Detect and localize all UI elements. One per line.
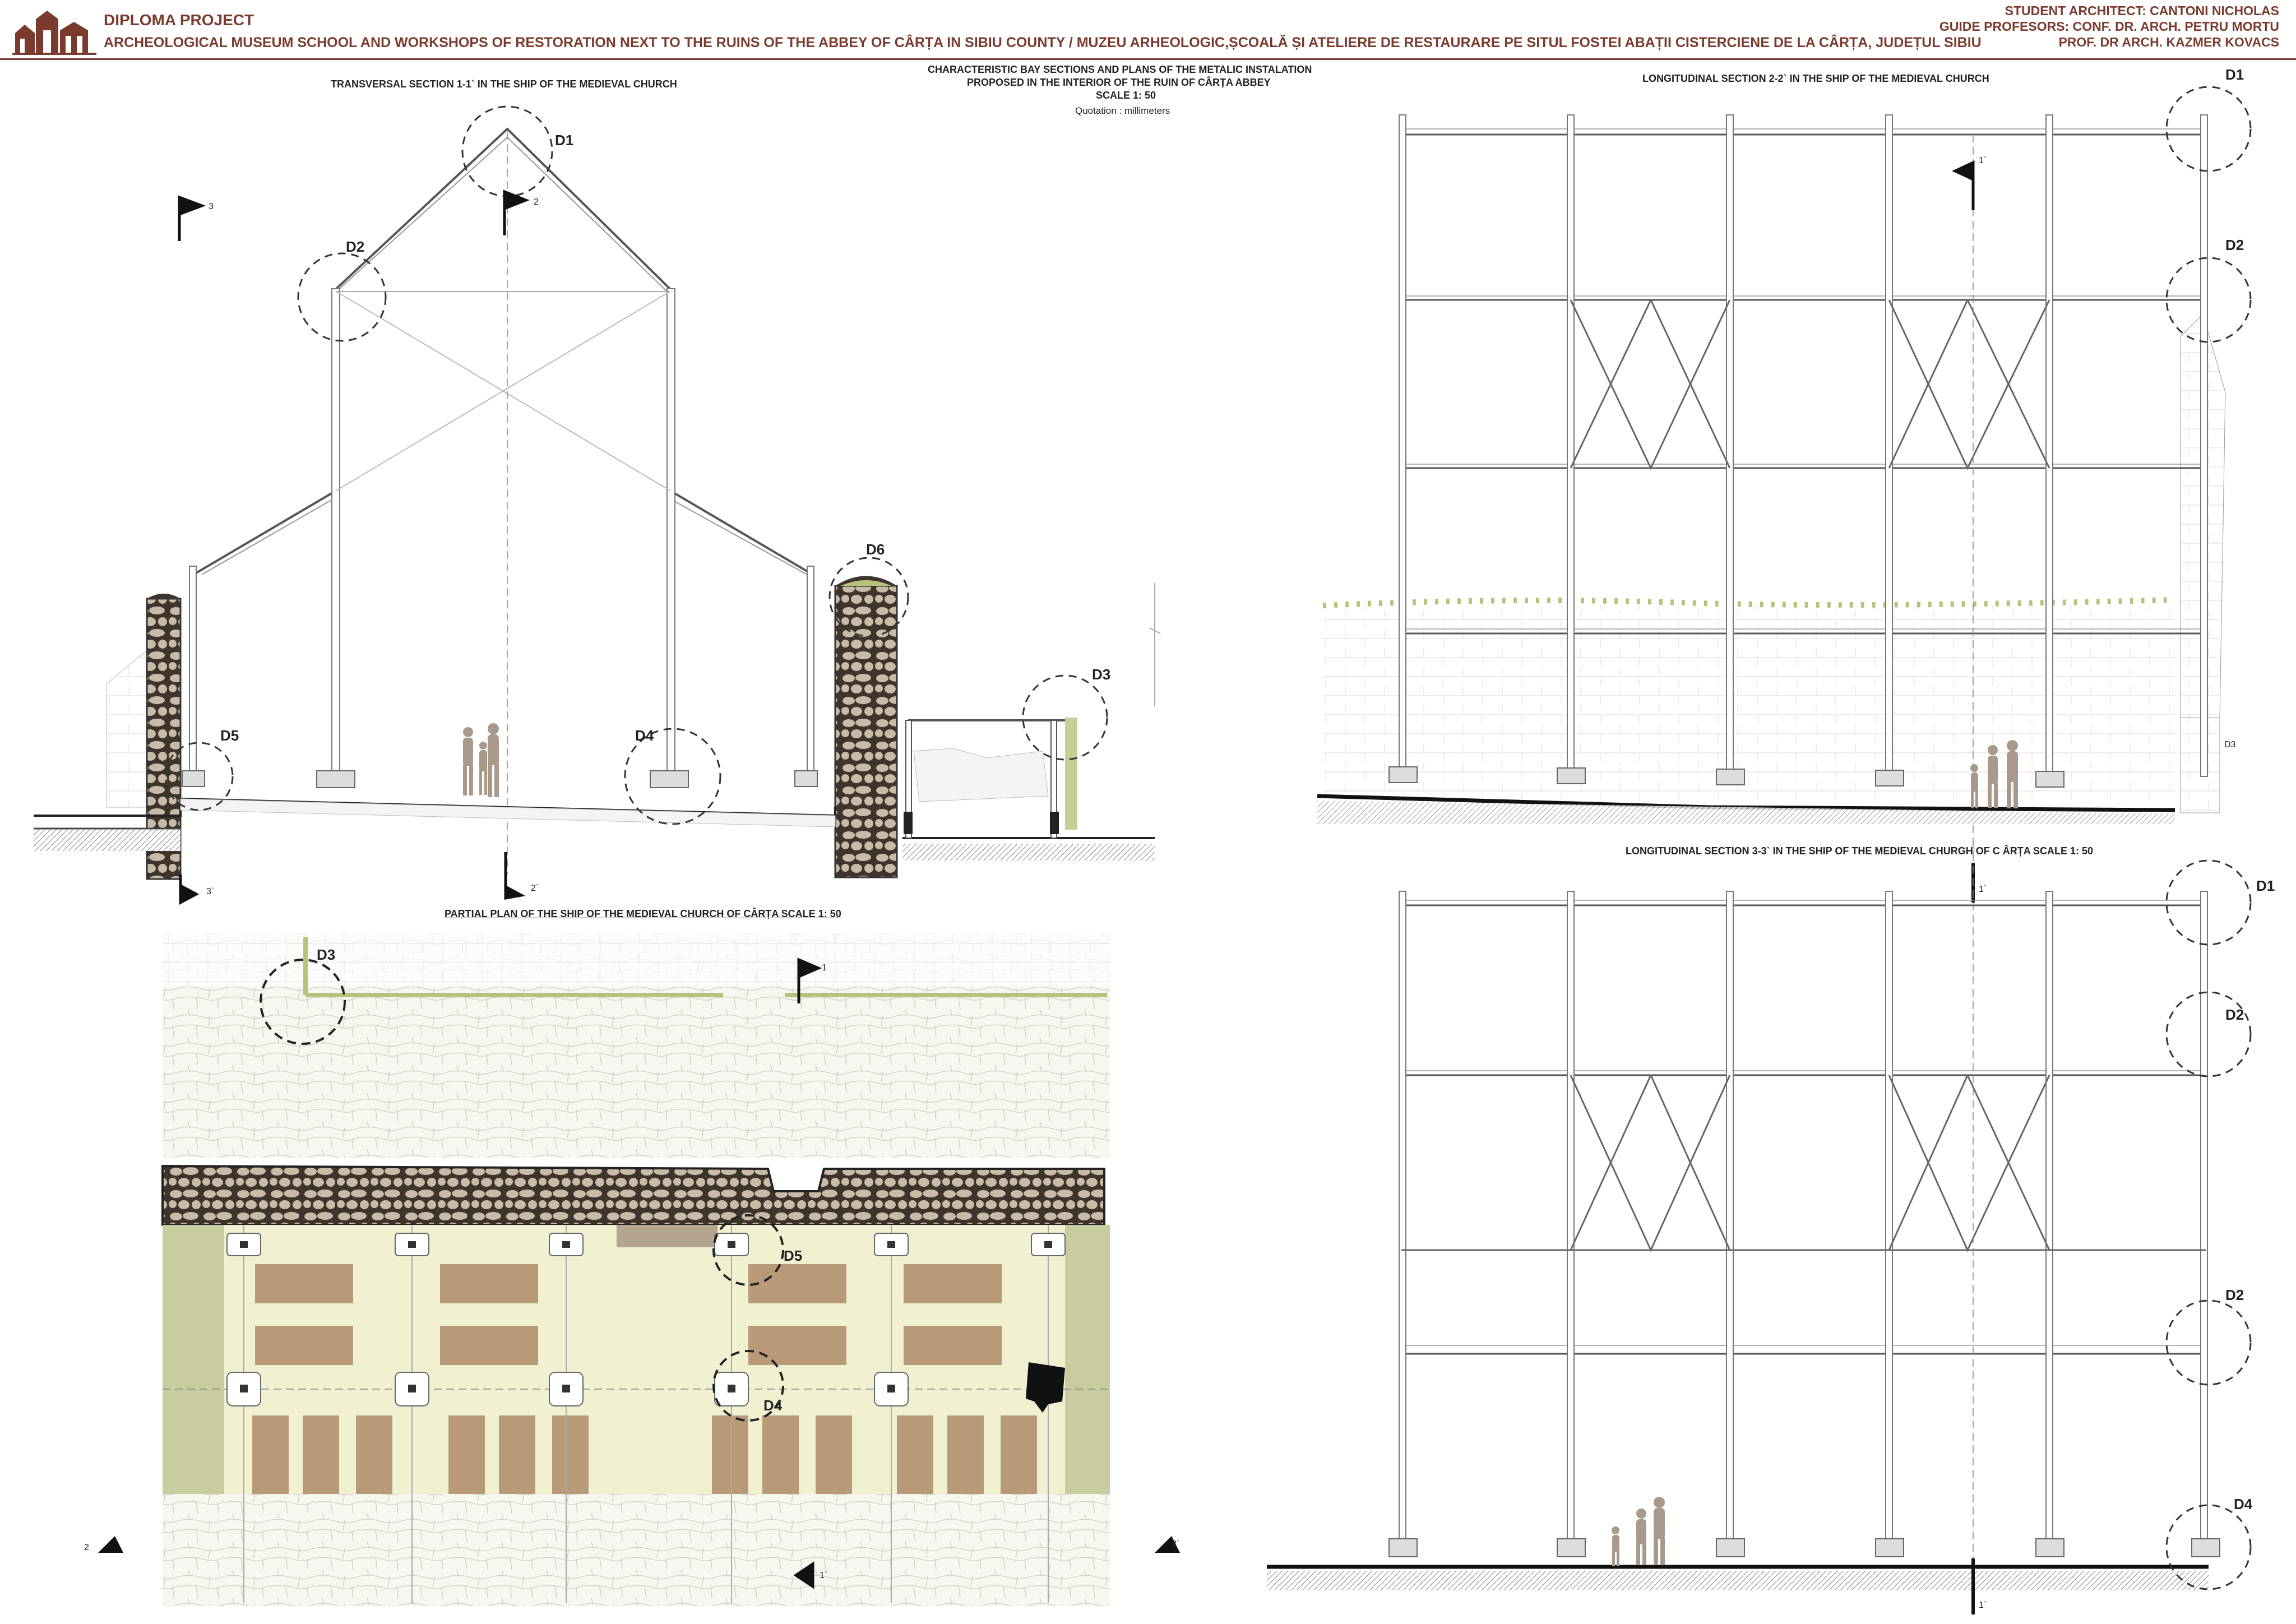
longitudinal-section-2-drawing bbox=[1317, 86, 2252, 903]
l3-detail-label-d1: D1 bbox=[2256, 877, 2275, 894]
partial-plan-drawing bbox=[98, 933, 1180, 1606]
section-marker-2: 2 bbox=[534, 197, 539, 207]
section-marker-3-prime: 3` bbox=[206, 887, 215, 896]
section-marker-2-prime: 2` bbox=[531, 883, 539, 893]
l2-detail-label-d2: D2 bbox=[2225, 237, 2244, 253]
detail-label-d4: D4 bbox=[635, 727, 654, 744]
l2-marker-1-prime: 1` bbox=[1979, 156, 1987, 165]
plan-marker-2-prime: 2` bbox=[1172, 1539, 1180, 1549]
longitudinal-section-3-drawing bbox=[1267, 841, 2252, 1614]
detail-label-d3: D3 bbox=[1092, 666, 1111, 683]
architectural-drawing-sheet bbox=[34, 86, 2252, 1614]
detail-label-d1: D1 bbox=[555, 132, 574, 149]
plan-detail-label-d5: D5 bbox=[784, 1247, 803, 1264]
plan-detail-label-d3: D3 bbox=[317, 946, 336, 963]
plan-marker-1: 1 bbox=[822, 963, 827, 973]
l2-marker-1-prime-bottom: 1` bbox=[1979, 885, 1987, 894]
transversal-section-drawing bbox=[34, 105, 1161, 905]
l2-detail-label-d1: D1 bbox=[2225, 66, 2244, 83]
plan-marker-1-prime: 1` bbox=[820, 1571, 828, 1580]
l3-marker-1-prime: 1` bbox=[1979, 1600, 1987, 1610]
detail-label-d2: D2 bbox=[346, 238, 365, 255]
detail-label-d5: D5 bbox=[220, 727, 239, 744]
l3-detail-label-d2-upper: D2 bbox=[2225, 1006, 2244, 1023]
l3-detail-label-d2-lower: D2 bbox=[2225, 1287, 2244, 1303]
plan-marker-2: 2 bbox=[84, 1543, 89, 1552]
section-marker-3: 3 bbox=[209, 202, 214, 211]
detail-label-d6: D6 bbox=[866, 541, 885, 558]
plan-detail-label-d4: D4 bbox=[763, 1397, 783, 1414]
l2-detail-label-d3: D3 bbox=[2224, 740, 2236, 749]
l3-detail-label-d4: D4 bbox=[2234, 1496, 2253, 1512]
